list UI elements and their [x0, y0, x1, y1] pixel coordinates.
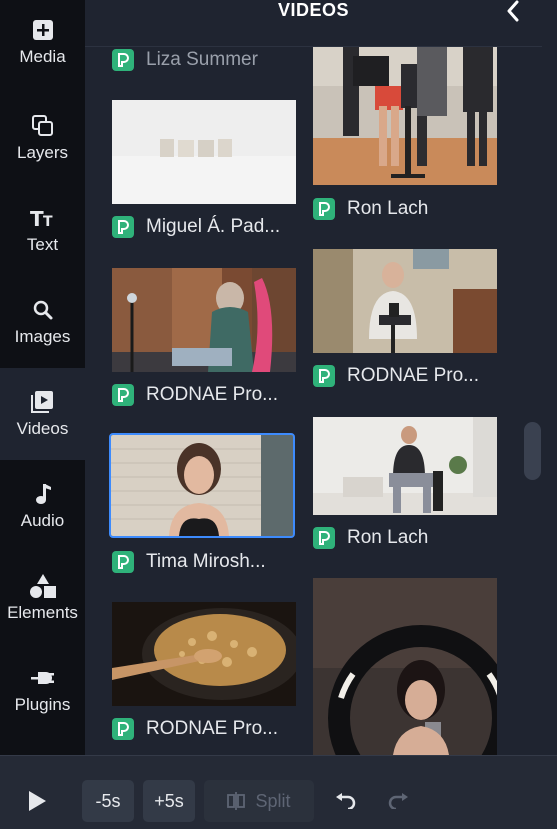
pexels-badge-icon [112, 216, 134, 238]
pexels-badge-icon [112, 551, 134, 573]
video-card[interactable]: RODNAE Pro... [110, 267, 296, 412]
pexels-badge-icon [313, 198, 335, 220]
sidebar-item-audio[interactable]: Audio [0, 460, 85, 552]
back-button[interactable] [500, 0, 526, 26]
video-card[interactable] [311, 578, 497, 755]
video-author: Ron Lach [347, 198, 429, 219]
video-thumbnail [313, 578, 497, 755]
video-thumbnail [112, 100, 296, 204]
redo-icon [388, 793, 408, 809]
scrollbar-track[interactable] [523, 46, 542, 755]
video-thumbnail [313, 249, 497, 353]
sidebar-item-plugins[interactable]: Plugins [0, 644, 85, 736]
sidebar-item-label: Images [14, 327, 71, 346]
video-author: RODNAE Pro... [146, 718, 278, 739]
video-card-selected[interactable]: Tima Mirosh... [108, 433, 298, 578]
search-icon [32, 297, 54, 323]
video-author: Miguel Á. Pad... [146, 216, 281, 237]
video-play-icon [30, 389, 55, 415]
sidebar-item-videos[interactable]: Videos [0, 368, 85, 460]
rewind-5s-button[interactable]: -5s [82, 780, 134, 822]
video-caption: RODNAE Pro... [112, 716, 278, 742]
split-icon [227, 792, 246, 810]
sidebar-item-media[interactable]: Media [0, 0, 85, 88]
video-card[interactable]: Ron Lach [311, 194, 497, 224]
video-thumbnail [112, 268, 296, 372]
sidebar-item-label: Audio [20, 511, 65, 530]
split-button[interactable]: Split [204, 780, 314, 822]
video-card[interactable]: RODNAE Pro... [311, 248, 497, 393]
play-icon [29, 791, 46, 811]
forward-5s-button[interactable]: +5s [143, 780, 195, 822]
text-icon: TT [30, 205, 56, 231]
sidebar-item-label: Plugins [14, 695, 71, 714]
pexels-badge-icon [112, 718, 134, 740]
shapes-icon [29, 573, 57, 599]
sidebar-item-elements[interactable]: Elements [0, 552, 85, 644]
undo-icon [336, 793, 356, 809]
sidebar-item-layers[interactable]: Layers [0, 92, 85, 184]
video-author: RODNAE Pro... [146, 384, 278, 405]
video-thumbnail [313, 417, 497, 515]
video-card[interactable]: Liza Summer [110, 46, 296, 76]
music-note-icon [33, 481, 53, 507]
video-caption: RODNAE Pro... [313, 363, 479, 389]
video-caption: RODNAE Pro... [112, 382, 278, 408]
video-author: Tima Mirosh... [146, 551, 266, 572]
playback-toolbar: -5s +5s Split [0, 755, 557, 829]
videos-panel: VIDEOS Liza Summer Miguel Á. Pad... RODN… [85, 0, 542, 755]
video-caption: Tima Mirosh... [112, 549, 266, 575]
sidebar-item-label: Media [19, 47, 66, 66]
video-thumbnail [313, 46, 497, 185]
pexels-badge-icon [112, 384, 134, 406]
sidebar-item-text[interactable]: TT Text [0, 184, 85, 276]
sidebar-item-label: Text [26, 235, 59, 254]
video-caption: Miguel Á. Pad... [112, 214, 280, 240]
sidebar-item-label: Layers [16, 143, 69, 162]
layers-icon [31, 113, 55, 139]
pexels-badge-icon [313, 365, 335, 387]
video-card[interactable] [311, 46, 497, 186]
video-author: RODNAE Pro... [347, 365, 479, 386]
panel-header: VIDEOS [85, 0, 542, 47]
play-button[interactable] [22, 780, 52, 822]
media-plus-icon [32, 17, 54, 43]
sidebar-item-label: Elements [7, 603, 78, 622]
svg-text:T: T [30, 207, 44, 229]
svg-text:T: T [43, 214, 53, 229]
video-caption: Ron Lach [313, 525, 428, 551]
video-caption: Liza Summer [112, 47, 258, 73]
video-thumbnail [112, 602, 296, 706]
sidebar: Media Layers TT Text Images Videos Audio [0, 0, 85, 755]
video-card[interactable]: Miguel Á. Pad... [110, 99, 296, 244]
sidebar-item-images[interactable]: Images [0, 276, 85, 368]
video-thumbnail [109, 433, 295, 538]
pexels-badge-icon [313, 527, 335, 549]
scrollbar-thumb[interactable] [524, 422, 541, 480]
video-author: Liza Summer [146, 49, 258, 70]
undo-button[interactable] [330, 780, 360, 822]
video-author: Ron Lach [347, 527, 429, 548]
chevron-left-icon [507, 0, 519, 22]
video-card[interactable]: RODNAE Pro... [110, 601, 296, 746]
sidebar-item-label: Videos [16, 419, 69, 438]
video-caption: Ron Lach [313, 196, 428, 222]
video-card[interactable]: Ron Lach [311, 416, 497, 561]
split-label: Split [255, 790, 291, 811]
plug-icon [30, 665, 56, 691]
redo-button[interactable] [384, 780, 414, 822]
pexels-badge-icon [112, 49, 134, 71]
panel-title: VIDEOS [277, 0, 350, 20]
